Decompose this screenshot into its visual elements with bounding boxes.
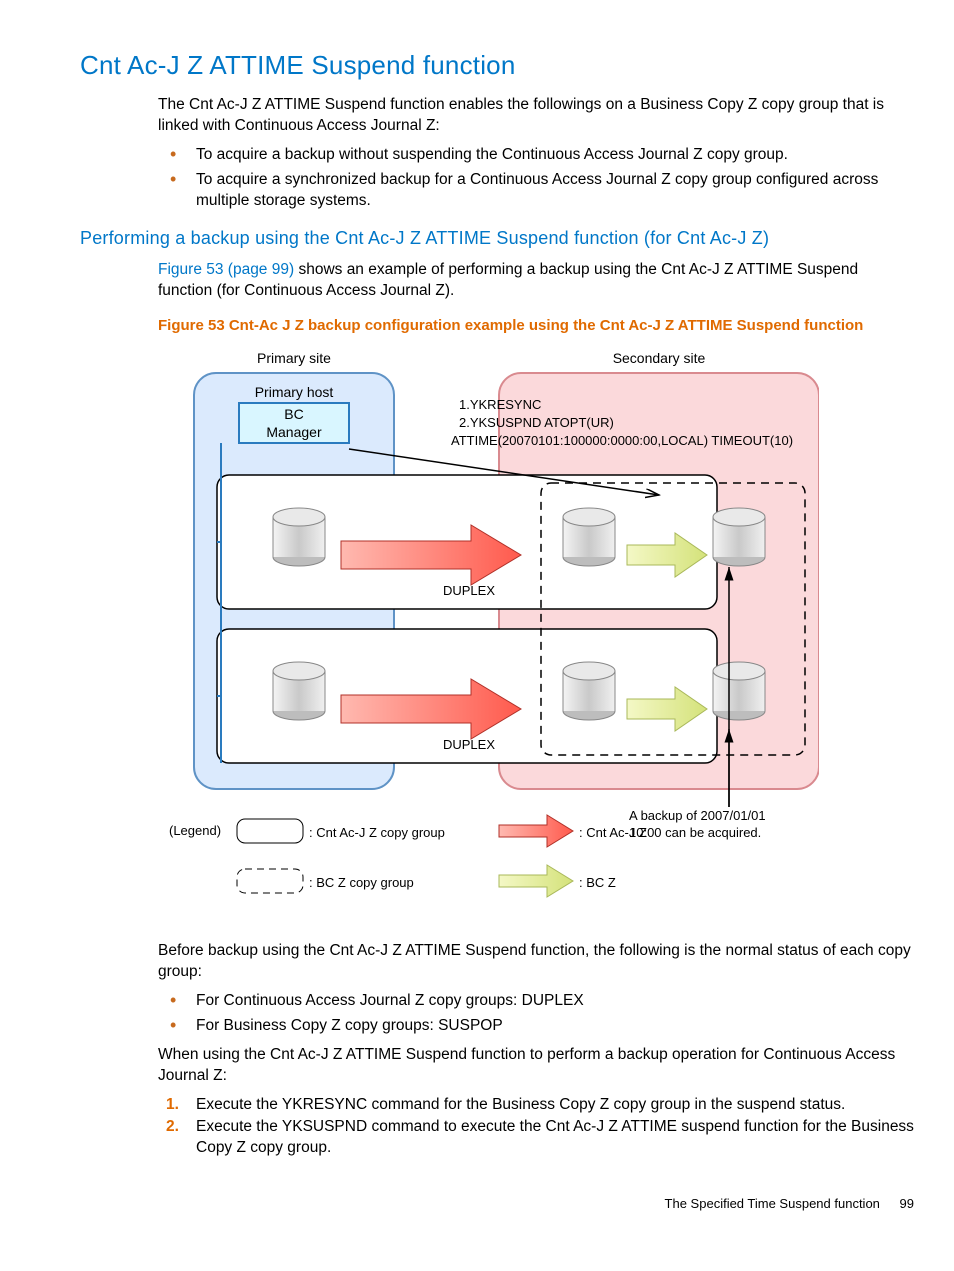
legend-bc-group: : BC Z copy group — [309, 875, 414, 890]
cylinder — [563, 508, 615, 566]
figure-diagram: Primary site Secondary site Primary host… — [158, 344, 820, 933]
footer-page-number: 99 — [900, 1196, 914, 1211]
legend-dashed-rect — [237, 869, 303, 893]
prebackup-bullet-list: For Continuous Access Journal Z copy gro… — [158, 991, 914, 1037]
cylinder — [713, 508, 765, 566]
secondary-site-label: Secondary site — [613, 350, 706, 366]
page-title: Cnt Ac-J Z ATTIME Suspend function — [80, 48, 914, 83]
cylinder — [273, 662, 325, 720]
cylinder — [563, 662, 615, 720]
page-footer: The Specified Time Suspend function 99 — [40, 1195, 914, 1213]
list-item: For Continuous Access Journal Z copy gro… — [158, 991, 914, 1012]
cmd1-text: 1.YKRESYNC — [459, 397, 541, 412]
list-item: To acquire a synchronized backup for a C… — [158, 170, 914, 212]
list-item: For Business Copy Z copy groups: SUSPOP — [158, 1016, 914, 1037]
footer-section-title: The Specified Time Suspend function — [665, 1196, 880, 1211]
duplex-label-1: DUPLEX — [443, 583, 495, 598]
bc-manager-text2: Manager — [266, 424, 322, 440]
legend-bc: : BC Z — [579, 875, 616, 890]
cylinder — [713, 662, 765, 720]
backup-note-line1: A backup of 2007/01/01 — [629, 808, 766, 823]
duplex-label-2: DUPLEX — [443, 737, 495, 752]
section-subhead: Performing a backup using the Cnt Ac-J Z… — [80, 226, 914, 250]
legend-green-arrow-icon — [499, 865, 573, 897]
list-item: Execute the YKRESYNC command for the Bus… — [158, 1095, 914, 1116]
backup-note-line2: 10:00 can be acquired. — [629, 825, 761, 840]
cmd2-text: 2.YKSUSPND ATOPT(UR) — [459, 415, 614, 430]
figure-caption: Figure 53 Cnt-Ac J Z backup configuratio… — [158, 316, 914, 336]
steps-list: Execute the YKRESYNC command for the Bus… — [158, 1095, 914, 1160]
whenusing-text: When using the Cnt Ac-J Z ATTIME Suspend… — [158, 1045, 914, 1087]
bc-manager-text1: BC — [284, 406, 303, 422]
prebackup-text: Before backup using the Cnt Ac-J Z ATTIM… — [158, 941, 914, 983]
intro-text: The Cnt Ac-J Z ATTIME Suspend function e… — [158, 95, 914, 137]
figure-reference-paragraph: Figure 53 (page 99) shows an example of … — [158, 260, 914, 302]
list-item: Execute the YKSUSPND command to execute … — [158, 1117, 914, 1159]
legend-cnt: : Cnt Ac-J Z — [579, 825, 647, 840]
list-item: To acquire a backup without suspending t… — [158, 145, 914, 166]
diagram-svg: Primary site Secondary site Primary host… — [159, 345, 819, 925]
figure-reference-link[interactable]: Figure 53 (page 99) — [158, 261, 294, 278]
cmd2b-text: ATTIME(20070101:100000:0000:00,LOCAL) TI… — [451, 433, 793, 448]
intro-bullet-list: To acquire a backup without suspending t… — [158, 145, 914, 212]
primary-site-label: Primary site — [257, 350, 331, 366]
legend-cnt-group: : Cnt Ac-J Z copy group — [309, 825, 445, 840]
legend-solid-rect — [237, 819, 303, 843]
primary-host-label: Primary host — [255, 384, 334, 400]
legend-red-arrow-icon — [499, 815, 573, 847]
legend-title: (Legend) — [169, 823, 221, 838]
cylinder — [273, 508, 325, 566]
